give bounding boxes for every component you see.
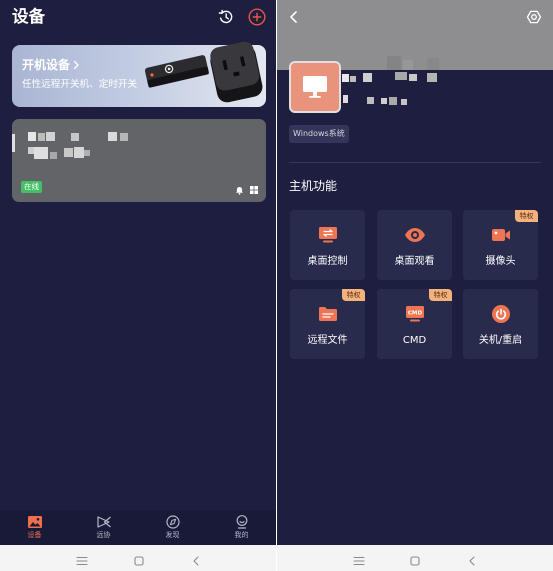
- system-nav-bar-left: [0, 545, 276, 571]
- back-icon[interactable]: [192, 556, 200, 566]
- func-label: 摄像头: [485, 256, 516, 267]
- func-label: 关机/重启: [478, 335, 523, 346]
- profile-icon: [236, 515, 247, 529]
- page-title: 设备: [12, 7, 45, 26]
- banner-title: 开机设备: [22, 58, 71, 72]
- func-cmd[interactable]: 特权 CMD CMD: [377, 289, 452, 359]
- tab-profile[interactable]: 我的: [207, 510, 276, 545]
- privilege-badge: 特权: [342, 289, 365, 301]
- tab-remote-assist[interactable]: 远协: [69, 510, 138, 545]
- device-detail-screen: Windows系统 主机功能 桌面控制 桌面观看 特权 摄像头 特权 远程文件 …: [277, 0, 553, 545]
- cmd-icon-text: CMD: [407, 310, 422, 316]
- system-nav-bar-right: [277, 545, 553, 571]
- func-label: CMD: [402, 335, 427, 346]
- banner-subtitle: 任性远程开关机、定时开关: [22, 79, 138, 90]
- status-badge: 在线: [21, 181, 42, 193]
- redacted-device-info: [12, 132, 128, 159]
- func-remote-files[interactable]: 特权 远程文件: [290, 289, 365, 359]
- tab-discover[interactable]: 发现: [138, 510, 207, 545]
- func-label: 桌面观看: [394, 256, 435, 267]
- menu-icon[interactable]: [76, 556, 88, 566]
- device-list-screen: 设备 开机设备 任性远程开关机、定时开关 在线 设备 远协 发现 我的: [0, 0, 276, 545]
- folder-icon: [318, 307, 337, 321]
- monitor-icon: [303, 76, 327, 98]
- func-desktop-control[interactable]: 桌面控制: [290, 210, 365, 280]
- compass-icon: [165, 515, 180, 529]
- device-avatar: [289, 61, 341, 113]
- tab-label: 我的: [234, 531, 249, 539]
- section-title: 主机功能: [289, 179, 338, 193]
- func-label: 桌面控制: [307, 256, 348, 267]
- eye-icon: [404, 228, 425, 242]
- redacted-device-info: [342, 72, 437, 105]
- tab-devices[interactable]: 设备: [0, 510, 69, 545]
- home-icon[interactable]: [410, 556, 420, 566]
- cmd-icon: CMD: [405, 306, 424, 322]
- func-camera[interactable]: 特权 摄像头: [463, 210, 538, 280]
- divider: [289, 162, 541, 163]
- os-tag: Windows系统: [289, 125, 349, 143]
- desktop-control-icon: [318, 227, 337, 243]
- chevron-left-icon[interactable]: [288, 10, 300, 24]
- menu-icon[interactable]: [353, 556, 365, 566]
- banner-title-row: 开机设备: [22, 58, 80, 72]
- camera-icon: [491, 229, 510, 241]
- func-power[interactable]: 关机/重启: [463, 289, 538, 359]
- picture-icon: [27, 516, 42, 528]
- power-device-image: [144, 41, 263, 103]
- bottom-tab-bar: 设备 远协 发现 我的: [0, 510, 276, 545]
- func-desktop-view[interactable]: 桌面观看: [377, 210, 452, 280]
- back-icon[interactable]: [468, 556, 476, 566]
- windows-icon: [250, 186, 258, 194]
- add-circle-icon[interactable]: [248, 8, 266, 26]
- tab-label: 设备: [27, 531, 42, 539]
- func-label: 远程文件: [307, 335, 348, 346]
- history-icon[interactable]: [218, 9, 234, 25]
- bell-icon[interactable]: [235, 186, 244, 195]
- remote-assist-icon: [96, 516, 111, 528]
- device-card[interactable]: 在线: [12, 119, 266, 202]
- power-icon: [491, 305, 510, 323]
- tab-label: 发现: [165, 531, 180, 539]
- gear-icon[interactable]: [526, 9, 542, 25]
- tab-label: 远协: [96, 531, 111, 539]
- power-device-banner[interactable]: 开机设备 任性远程开关机、定时开关: [12, 41, 266, 107]
- home-icon[interactable]: [134, 556, 144, 566]
- privilege-badge: 特权: [515, 210, 538, 222]
- chevron-right-icon: [73, 60, 79, 70]
- privilege-badge: 特权: [429, 289, 452, 301]
